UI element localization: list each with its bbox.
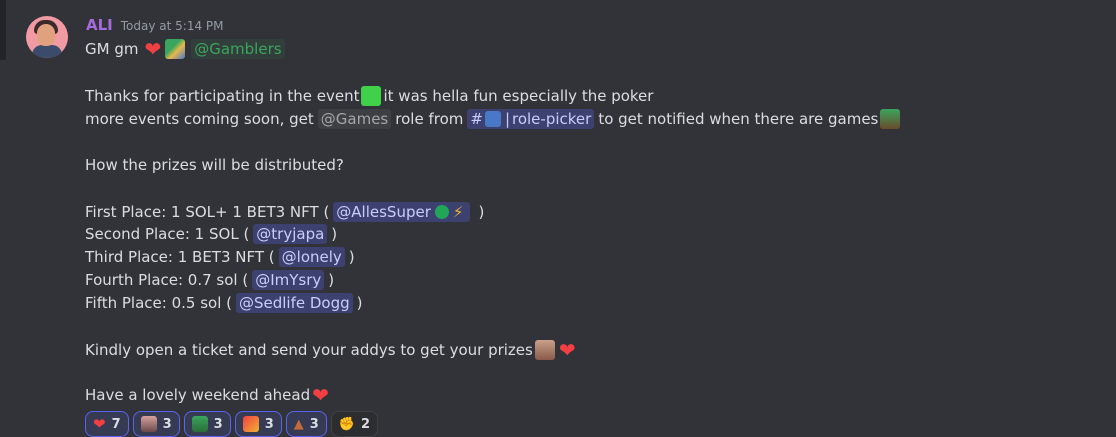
pile-icon: ▲	[293, 416, 304, 432]
trophy-icon	[191, 416, 208, 432]
user-mention[interactable]: @AllesSuper ⚡	[333, 202, 471, 222]
handshake-icon: ✊	[338, 416, 355, 432]
green-circle-icon	[434, 205, 449, 219]
message-line: How the prizes will be distributed?	[85, 154, 344, 176]
prize-line: Third Place: 1 BET3 NFT ( @lonely )	[85, 246, 355, 268]
prize-label: Fourth Place: 0.7 sol (	[85, 271, 249, 289]
frog-emoji-icon	[880, 109, 901, 129]
role-mention-gamblers[interactable]: @Gamblers	[191, 39, 285, 59]
face-emoji-icon	[534, 340, 555, 360]
reaction-pig[interactable]: 3	[132, 411, 180, 437]
prize-close: )	[328, 271, 335, 289]
reaction-trophy[interactable]: 3	[183, 411, 231, 437]
reaction-count: 3	[213, 416, 223, 432]
red-heart-icon: ❤	[558, 338, 576, 362]
message-line: GM gm ❤ @Gamblers	[85, 38, 285, 60]
pepe-emoji-icon	[361, 86, 382, 106]
prize-close: )	[478, 203, 485, 221]
party-icon	[242, 416, 259, 432]
message-text: it was hella fun especially the poker	[383, 87, 654, 105]
message-text: Kindly open a ticket and send your addys…	[85, 341, 533, 359]
mask-emoji-icon	[484, 111, 501, 127]
prize-line: Fourth Place: 0.7 sol ( @ImYsry )	[85, 269, 334, 291]
heart-icon: ❤	[93, 415, 106, 433]
reaction-count: 3	[162, 416, 172, 432]
message-text: GM gm	[85, 40, 139, 58]
chat-message: ALI Today at 5:14 PM GM gm ❤ @Gamblers T…	[0, 0, 1116, 437]
channel-hash-icon: #	[470, 110, 483, 128]
lightning-icon: ⚡	[452, 203, 464, 221]
reaction-party[interactable]: 3	[234, 411, 282, 437]
prize-close: )	[348, 248, 355, 266]
message-text: Have a lovely weekend ahead	[85, 386, 311, 404]
username[interactable]: ALI	[86, 16, 113, 34]
prize-line: First Place: 1 SOL+ 1 BET3 NFT ( @AllesS…	[85, 201, 484, 223]
reactions-bar: ❤ 7 3 3 3 ▲ 3 ✊ 2	[85, 411, 379, 437]
red-heart-icon: ❤	[144, 37, 162, 61]
user-mention[interactable]: @ImYsry	[252, 270, 325, 290]
reaction-count: 2	[361, 416, 371, 432]
role-mention-games[interactable]: @Games	[317, 109, 392, 129]
message-line: Have a lovely weekend ahead ❤	[85, 384, 331, 406]
message-text: role from	[395, 110, 464, 128]
timestamp: Today at 5:14 PM	[120, 19, 224, 33]
prize-line: Fifth Place: 0.5 sol ( @Sedlife Dogg )	[85, 292, 363, 314]
reaction-handshake[interactable]: ✊ 2	[330, 411, 379, 437]
message-line: Thanks for participating in the event it…	[85, 85, 653, 107]
pig-icon	[140, 416, 157, 432]
channel-name: role-picker	[512, 110, 592, 128]
reaction-count: 3	[309, 416, 319, 432]
message-text: more events coming soon, get	[85, 110, 314, 128]
message-line: more events coming soon, get @Games role…	[85, 108, 902, 130]
avatar[interactable]	[26, 16, 68, 58]
reaction-pile[interactable]: ▲ 3	[285, 411, 327, 437]
prize-close: )	[356, 294, 363, 312]
prize-line: Second Place: 1 SOL ( @tryjapa )	[85, 223, 337, 245]
message-text: How the prizes will be distributed?	[85, 156, 344, 174]
message-header: ALI Today at 5:14 PM	[86, 16, 224, 36]
gamble-emoji-icon	[165, 39, 186, 59]
user-mention[interactable]: @tryjapa	[253, 224, 328, 244]
channel-mention-role-picker[interactable]: # | role-picker	[467, 109, 595, 129]
red-heart-icon: ❤	[312, 383, 329, 407]
prize-label: Third Place: 1 BET3 NFT (	[85, 248, 275, 266]
reaction-heart[interactable]: ❤ 7	[85, 411, 129, 437]
message-line: Kindly open a ticket and send your addys…	[85, 339, 578, 361]
prize-label: First Place: 1 SOL+ 1 BET3 NFT (	[85, 203, 330, 221]
prize-close: )	[331, 225, 338, 243]
user-mention[interactable]: @lonely	[278, 247, 345, 267]
message-text: Thanks for participating in the event	[85, 87, 360, 105]
user-mention[interactable]: @Sedlife Dogg	[235, 293, 353, 313]
reaction-count: 7	[111, 416, 121, 432]
prize-label: Fifth Place: 0.5 sol (	[85, 294, 232, 312]
message-text: to get notified when there are games	[598, 110, 879, 128]
prize-label: Second Place: 1 SOL (	[85, 225, 250, 243]
reaction-count: 3	[264, 416, 274, 432]
